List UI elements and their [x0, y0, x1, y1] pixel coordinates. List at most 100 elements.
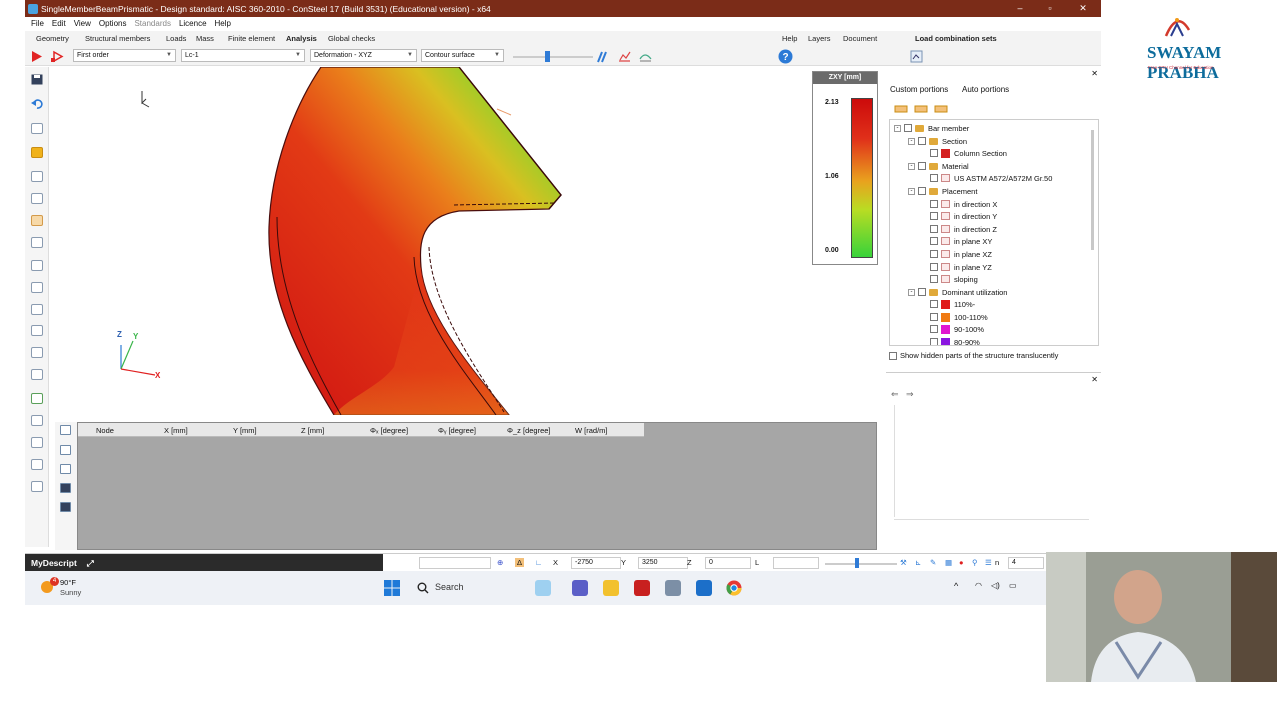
tree-node[interactable]: 100-110% [930, 311, 988, 323]
load-combination-icon[interactable] [910, 50, 923, 63]
col-node[interactable]: Node [96, 426, 114, 435]
checkbox[interactable] [930, 237, 938, 245]
taskbar-search[interactable]: Search [435, 582, 464, 592]
x-coordinate-field[interactable]: -2750 [571, 557, 621, 569]
tab-layers[interactable]: Layers [808, 34, 831, 43]
load-case-select[interactable]: Lc-1 ▼ [181, 49, 305, 62]
deformation-select[interactable]: Deformation - XYZ ▼ [310, 49, 417, 62]
zoom-slider-thumb[interactable] [855, 558, 859, 568]
chart-icon[interactable] [618, 50, 631, 63]
checkbox[interactable] [930, 212, 938, 220]
diagram-icon[interactable] [639, 50, 652, 63]
table-export-icon[interactable] [60, 502, 71, 512]
tab-mass[interactable]: Mass [196, 34, 214, 43]
menu-licence[interactable]: Licence [179, 19, 207, 28]
app-teams-icon[interactable] [572, 580, 588, 596]
col-warping[interactable]: W [rad/m] [575, 426, 608, 435]
back-arrow-icon[interactable]: ⇐ [891, 389, 899, 400]
tab-finite-element[interactable]: Finite element [228, 34, 275, 43]
volume-icon[interactable]: ◁) [991, 581, 1000, 590]
table-graph-icon[interactable] [60, 445, 71, 455]
collapse-icon[interactable]: - [908, 288, 915, 296]
tool-report-icon[interactable] [31, 415, 43, 426]
scale-slider-track[interactable] [513, 56, 593, 58]
tree-node[interactable]: - Material [908, 160, 969, 172]
tree-node[interactable]: US ASTM A572/A572M Gr.50 [930, 172, 1052, 184]
checkbox[interactable] [930, 250, 938, 258]
tree-node[interactable]: in direction X [930, 198, 997, 210]
collapse-icon[interactable]: - [894, 124, 901, 132]
app-chrome-icon[interactable] [726, 580, 742, 596]
tool-link-icon[interactable] [31, 304, 43, 315]
checkbox[interactable] [918, 162, 926, 170]
checkbox[interactable] [930, 174, 938, 182]
tool-measure-icon[interactable] [31, 325, 43, 336]
search-icon[interactable] [417, 582, 429, 594]
app-consteel-icon[interactable] [665, 580, 681, 596]
expand-icon[interactable]: ⤢ [87, 558, 94, 568]
display-mode-select[interactable]: Contour surface ▼ [421, 49, 504, 62]
col-x[interactable]: X [mm] [164, 426, 188, 435]
ortho-icon[interactable]: Δ [515, 558, 525, 567]
y-coordinate-field[interactable]: 3250 [638, 557, 688, 569]
tree-node[interactable]: in plane XZ [930, 248, 992, 260]
layers-icon[interactable]: ☰ [985, 558, 992, 567]
tab-load-combination-sets[interactable]: Load combination sets [915, 34, 997, 43]
app-acrobat-icon[interactable] [634, 580, 650, 596]
search-view-icon[interactable]: ⚲ [972, 558, 978, 567]
tool-calc-icon[interactable] [31, 437, 43, 448]
checkbox[interactable] [904, 124, 912, 132]
table-save-icon[interactable] [60, 483, 71, 493]
wifi-icon[interactable]: ◠ [975, 581, 982, 590]
run-analysis-icon[interactable] [30, 50, 43, 63]
battery-icon[interactable]: ▭ [1009, 581, 1017, 590]
col-z[interactable]: Z [mm] [301, 426, 324, 435]
tray-chevron-icon[interactable]: ^ [954, 581, 958, 591]
tool-section-icon[interactable] [31, 123, 43, 134]
tree-node[interactable]: - Bar member [894, 122, 969, 134]
tree-node[interactable]: - Dominant utilization [908, 286, 1007, 298]
grid-icon[interactable]: ▦ [945, 558, 952, 567]
windows-start-icon[interactable] [384, 580, 400, 596]
tab-auto-portions[interactable]: Auto portions [962, 85, 1009, 94]
checkbox[interactable] [930, 313, 938, 321]
minimize-button[interactable]: – [1005, 0, 1035, 17]
tree-node[interactable]: sloping [930, 273, 978, 285]
menu-standards[interactable]: Standards [134, 19, 170, 28]
checkbox[interactable] [918, 288, 926, 296]
n-field[interactable]: 4 [1008, 557, 1044, 569]
show-hidden-option[interactable]: Show hidden parts of the structure trans… [889, 351, 1058, 360]
checkbox[interactable] [918, 137, 926, 145]
checkbox[interactable] [930, 300, 938, 308]
close-button[interactable]: ✕ [1068, 0, 1098, 17]
scale-slider-thumb[interactable] [545, 51, 550, 62]
tree-node[interactable]: 90-100% [930, 323, 984, 335]
tree-node[interactable]: in direction Z [930, 223, 997, 235]
tool-object-icon[interactable] [31, 147, 43, 158]
view-tools-icon[interactable]: ⚒ [900, 558, 907, 567]
portion-add-icon[interactable] [894, 104, 908, 114]
tab-document[interactable]: Document [843, 34, 877, 43]
tool-settings-icon[interactable] [31, 459, 43, 470]
collapse-icon[interactable]: - [908, 187, 915, 195]
tree-node[interactable]: Column Section [930, 147, 1007, 159]
tool-box-icon[interactable] [31, 237, 43, 248]
menu-view[interactable]: View [74, 19, 91, 28]
table-curve-icon[interactable] [60, 425, 71, 435]
panel-close-icon[interactable]: ✕ [1091, 69, 1098, 78]
tool-zoom-icon[interactable] [31, 481, 43, 492]
snap-icon[interactable]: ⊕ [497, 558, 503, 567]
tab-geometry[interactable]: Geometry [36, 34, 69, 43]
panel-close-icon[interactable]: ✕ [1091, 375, 1098, 384]
menu-help[interactable]: Help [215, 19, 231, 28]
table-grid-icon[interactable] [60, 464, 71, 474]
checkbox[interactable] [930, 263, 938, 271]
pencil-icon[interactable]: ✎ [930, 558, 936, 567]
analysis-order-select[interactable]: First order ▼ [73, 49, 176, 62]
description-panel[interactable]: MyDescript ⤢ [25, 554, 383, 572]
collapse-icon[interactable]: - [908, 137, 915, 145]
tool-node-icon[interactable] [31, 282, 43, 293]
tool-selected-icon[interactable] [31, 215, 43, 226]
checkbox[interactable] [889, 351, 897, 360]
tool-view-icon[interactable] [31, 171, 43, 182]
